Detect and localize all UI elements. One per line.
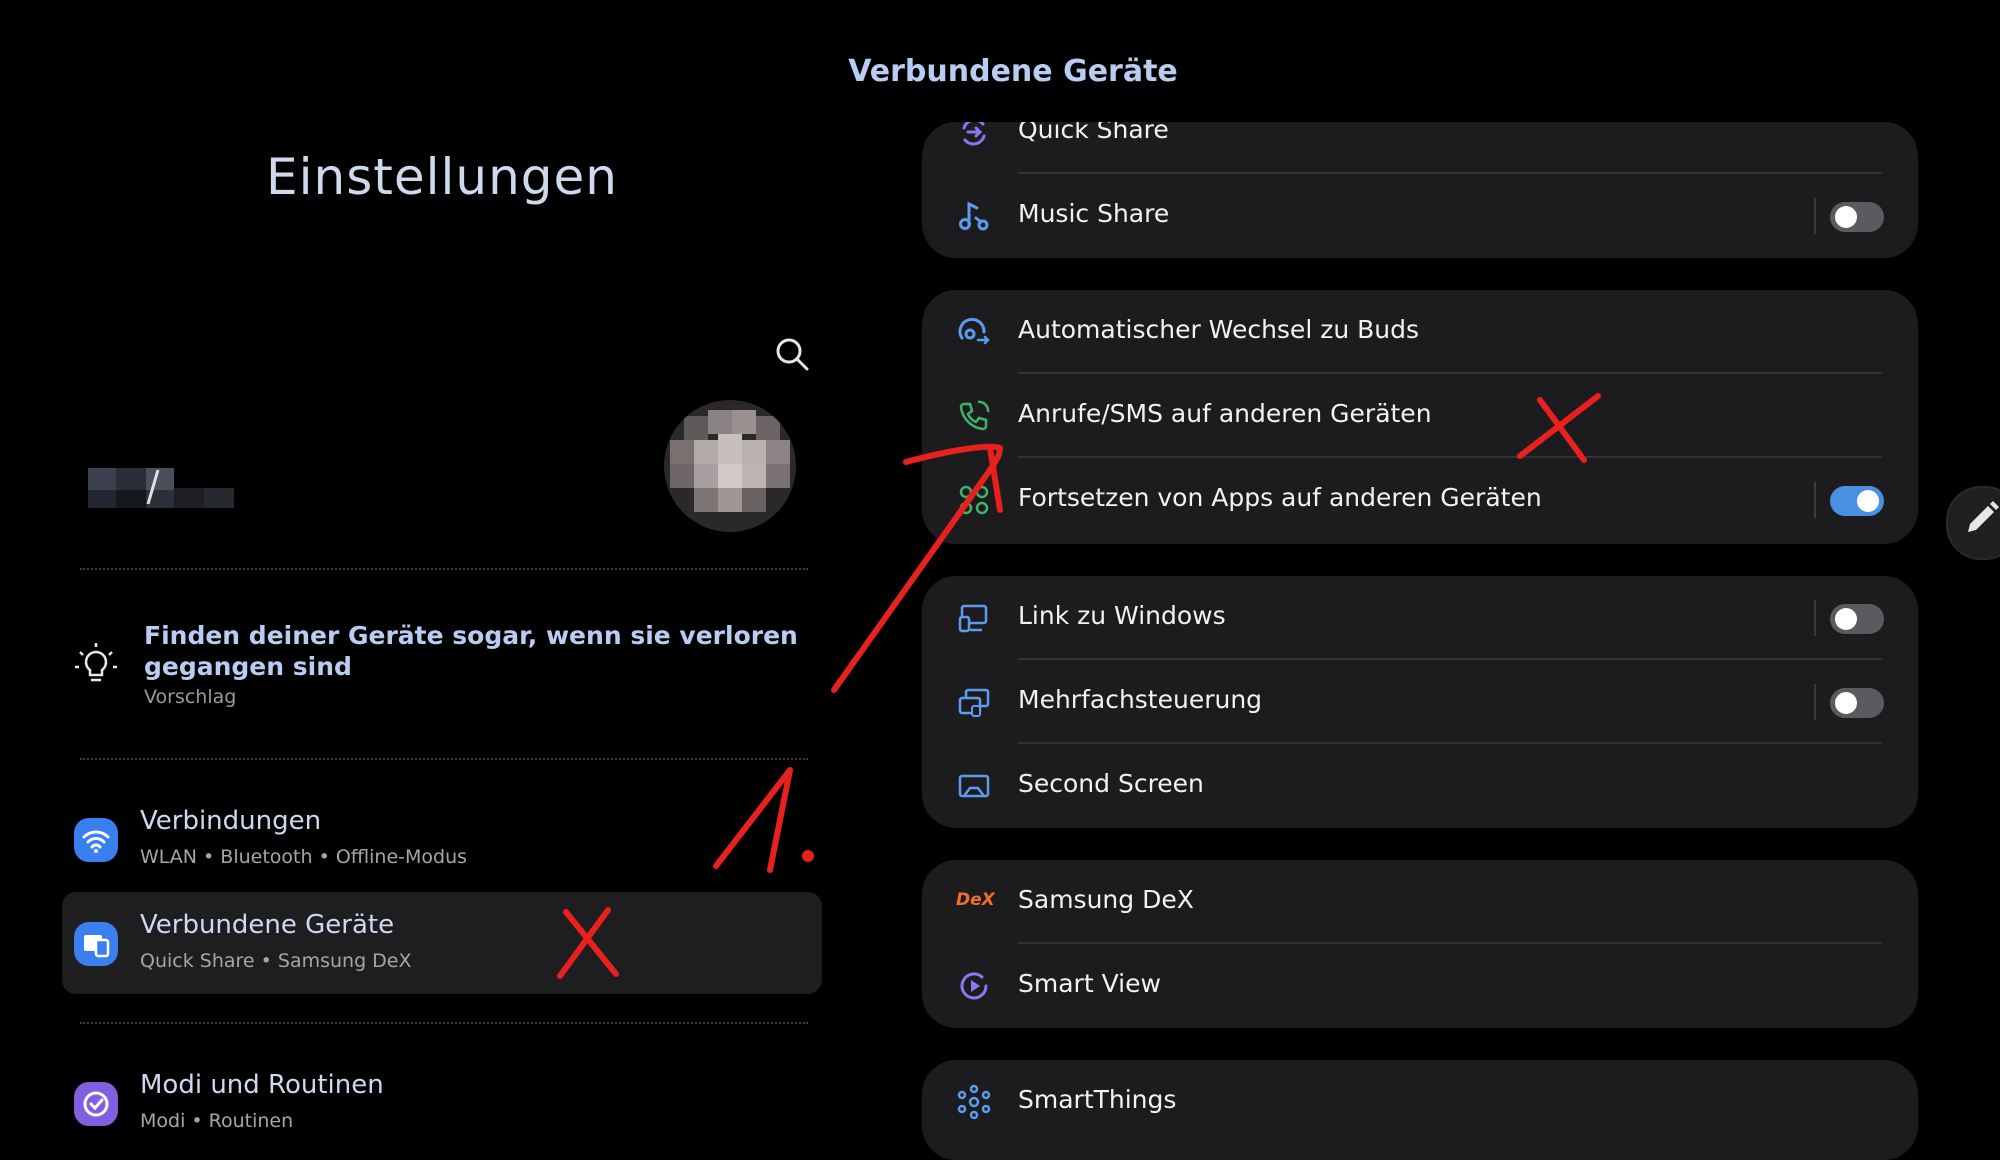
toggle-knob	[1835, 608, 1857, 630]
call-sms-icon	[959, 400, 990, 431]
smart-view-icon	[960, 972, 988, 1000]
toggle-separator	[1814, 600, 1816, 636]
settings-card: DeX Samsung DeX Smart View	[922, 860, 1918, 1028]
wifi-icon	[74, 818, 118, 862]
row-label: Second Screen	[1018, 769, 1204, 798]
toggle-separator	[1814, 684, 1816, 720]
row-label: SmartThings	[1018, 1085, 1177, 1114]
separator	[80, 758, 808, 760]
multi-control-icon	[958, 688, 990, 717]
menu-item-verbindungen[interactable]: Verbindungen WLAN • Bluetooth • Offline-…	[62, 788, 822, 890]
lightbulb-icon	[75, 643, 117, 682]
row-music-share[interactable]: Music Share	[922, 174, 1918, 258]
connected-devices-icon	[74, 922, 118, 966]
row-label: Fortsetzen von Apps auf anderen Geräten	[1018, 483, 1542, 512]
suggestion-subtitle: Vorschlag	[144, 686, 237, 708]
account-name-pixelated[interactable]	[88, 460, 278, 512]
separator	[80, 1022, 808, 1024]
row-label: Quick Share	[1018, 122, 1169, 144]
toggle-separator	[1814, 198, 1816, 234]
link-windows-icon	[958, 604, 988, 633]
row-multi-control[interactable]: Mehrfachsteuerung	[922, 660, 1918, 744]
row-link-windows[interactable]: Link zu Windows	[922, 576, 1918, 660]
menu-item-subtitle: Quick Share • Samsung DeX	[140, 950, 412, 972]
continue-apps-icon	[959, 485, 989, 515]
menu-item-title: Modi und Routinen	[140, 1070, 384, 1100]
menu-item-verbundene-geraete[interactable]: Verbundene Geräte Quick Share • Samsung …	[62, 892, 822, 994]
settings-card: SmartThings	[922, 1060, 1918, 1160]
buds-switch-icon	[958, 317, 990, 345]
search-icon[interactable]	[772, 334, 812, 374]
multi-control-toggle[interactable]	[1830, 688, 1884, 718]
row-smart-view[interactable]: Smart View	[922, 944, 1918, 1028]
continue-apps-toggle[interactable]	[1830, 486, 1884, 516]
menu-item-subtitle: Modi • Routinen	[140, 1110, 294, 1132]
edit-button[interactable]	[1946, 486, 2000, 560]
row-samsung-dex[interactable]: DeX Samsung DeX	[922, 860, 1918, 944]
row-smartthings[interactable]: SmartThings	[922, 1060, 1918, 1144]
music-share-icon	[959, 201, 989, 231]
toggle-separator	[1814, 482, 1816, 518]
row-label: Anrufe/SMS auf anderen Geräten	[1018, 399, 1432, 428]
suggestion-title: Finden deiner Geräte sogar, wenn sie ver…	[144, 621, 798, 681]
link-windows-toggle[interactable]	[1830, 604, 1884, 634]
quick-share-icon	[962, 122, 986, 146]
row-label: Automatischer Wechsel zu Buds	[1018, 315, 1420, 344]
row-buds-auto-switch[interactable]: Automatischer Wechsel zu Buds	[922, 290, 1918, 374]
toggle-knob	[1835, 206, 1857, 228]
toggle-knob	[1835, 692, 1857, 714]
menu-item-title: Verbundene Geräte	[140, 910, 395, 940]
menu-item-title: Verbindungen	[140, 806, 322, 836]
settings-card: Automatischer Wechsel zu Buds Anrufe/SMS…	[922, 290, 1918, 544]
settings-card: Quick Share Music Share	[922, 122, 1918, 258]
row-continue-apps[interactable]: Fortsetzen von Apps auf anderen Geräten	[922, 458, 1918, 542]
row-call-sms[interactable]: Anrufe/SMS auf anderen Geräten	[922, 374, 1918, 458]
row-second-screen[interactable]: Second Screen	[922, 744, 1918, 828]
row-label: Samsung DeX	[1018, 885, 1194, 914]
row-label: Mehrfachsteuerung	[1018, 685, 1263, 714]
row-label: Link zu Windows	[1018, 601, 1226, 630]
row-quick-share[interactable]: Quick Share	[922, 122, 1918, 174]
settings-card: Link zu Windows Mehrfachsteuerung Second…	[922, 576, 1918, 828]
separator	[80, 568, 808, 570]
smartthings-icon	[957, 1084, 991, 1120]
settings-title: Einstellungen	[266, 148, 618, 206]
toggle-knob	[1857, 490, 1879, 512]
row-label: Smart View	[1018, 969, 1161, 998]
avatar[interactable]	[660, 396, 800, 536]
row-label: Music Share	[1018, 199, 1170, 228]
page-title: Verbundene Geräte	[848, 54, 1178, 89]
pencil-icon	[1968, 501, 1999, 532]
menu-item-subtitle: WLAN • Bluetooth • Offline-Modus	[140, 846, 468, 868]
routines-icon	[74, 1082, 118, 1126]
dex-icon: DeX	[956, 890, 995, 910]
menu-item-modi-routinen[interactable]: Modi und Routinen Modi • Routinen	[62, 1052, 822, 1154]
second-screen-icon	[958, 774, 990, 798]
music-share-toggle[interactable]	[1830, 202, 1884, 232]
